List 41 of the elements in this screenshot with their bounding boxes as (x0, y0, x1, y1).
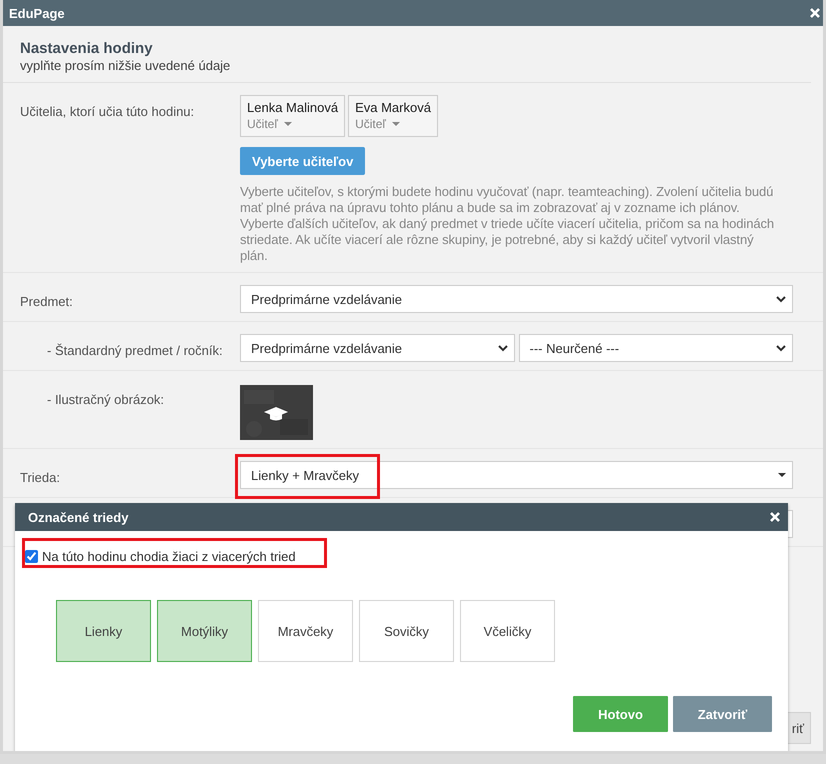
caret-icon (778, 473, 786, 477)
select-value: Predprimárne vzdelávanie (251, 340, 402, 356)
class-tile[interactable]: Lienky (56, 600, 151, 662)
checkbox-label[interactable]: Na túto hodinu chodia žiaci z viacerých tried (42, 549, 296, 564)
close-icon (810, 8, 820, 18)
close-icon (770, 512, 780, 522)
select-value: Lienky + Mravčeky (251, 468, 360, 482)
checkbox[interactable] (25, 550, 38, 563)
help-text: Vyberte učiteľov, s ktorými budete hodinu vyučovať (napr. teamteaching). Zvolení učitelia budú mať plné práva na úpravu tohto plánu a bude sa im zobrazovať aj v zozname ich plánov. Vyberte ďalších učiteľov, ak daný predmet v triede učíte viacerí učitelia, pričom sa na hodinách striedate. Ak učíte viacerí ale rôzne skupiny, je potrebné, aby si každý učiteľ vytvoril vlastný plán. (240, 184, 776, 264)
teacher-name: Eva Marková (355, 100, 431, 115)
field-label: Učitelia, ktorí učia túto hodinu: (20, 103, 196, 121)
chevron-icon (776, 344, 786, 352)
field-label: Trieda: (20, 469, 61, 487)
field-label: Predmet: (20, 293, 74, 311)
chevron-icon (776, 296, 786, 302)
class-select[interactable]: Lienky + Mravčeky (240, 461, 793, 489)
caret-icon (284, 122, 292, 126)
subject-select[interactable]: Predprimárne vzdelávanie (240, 285, 793, 313)
class-tile[interactable]: Včeličky (460, 600, 555, 662)
class-tile[interactable]: Mravčeky (258, 600, 353, 662)
window-title: EduPage (9, 6, 65, 20)
teacher-chip[interactable]: Lenka Malinová Učiteľ (240, 95, 346, 137)
field-label: - Štandardný predmet / ročník: (46, 342, 224, 360)
close-button[interactable] (810, 8, 820, 18)
chevron-icon (498, 344, 508, 352)
class-tile[interactable]: Motýliky (157, 600, 252, 662)
teacher-role: Učiteľ (247, 117, 278, 131)
form-title: Nastavenia hodiny (20, 40, 154, 57)
standard-subject-select[interactable]: --- Neurčené --- (518, 334, 793, 362)
close-button[interactable] (770, 512, 780, 522)
form-subtitle: vyplňte prosím nižšie uvedené údaje (20, 58, 232, 73)
caret-icon (392, 122, 400, 126)
class-tile[interactable]: Sovičky (359, 600, 454, 662)
teacher-chip[interactable]: Eva Marková Učiteľ (348, 95, 438, 137)
select-value: --- Neurčené --- (530, 340, 620, 356)
select-value: Predprimárne vzdelávanie (251, 292, 402, 306)
standard-subject-select[interactable]: Predprimárne vzdelávanie (240, 334, 514, 362)
teacher-role: Učiteľ (355, 117, 386, 131)
field-label: - Ilustračný obrázok: (46, 391, 166, 409)
dialog-title: Označené triedy (28, 510, 128, 524)
teacher-name: Lenka Malinová (247, 100, 338, 115)
